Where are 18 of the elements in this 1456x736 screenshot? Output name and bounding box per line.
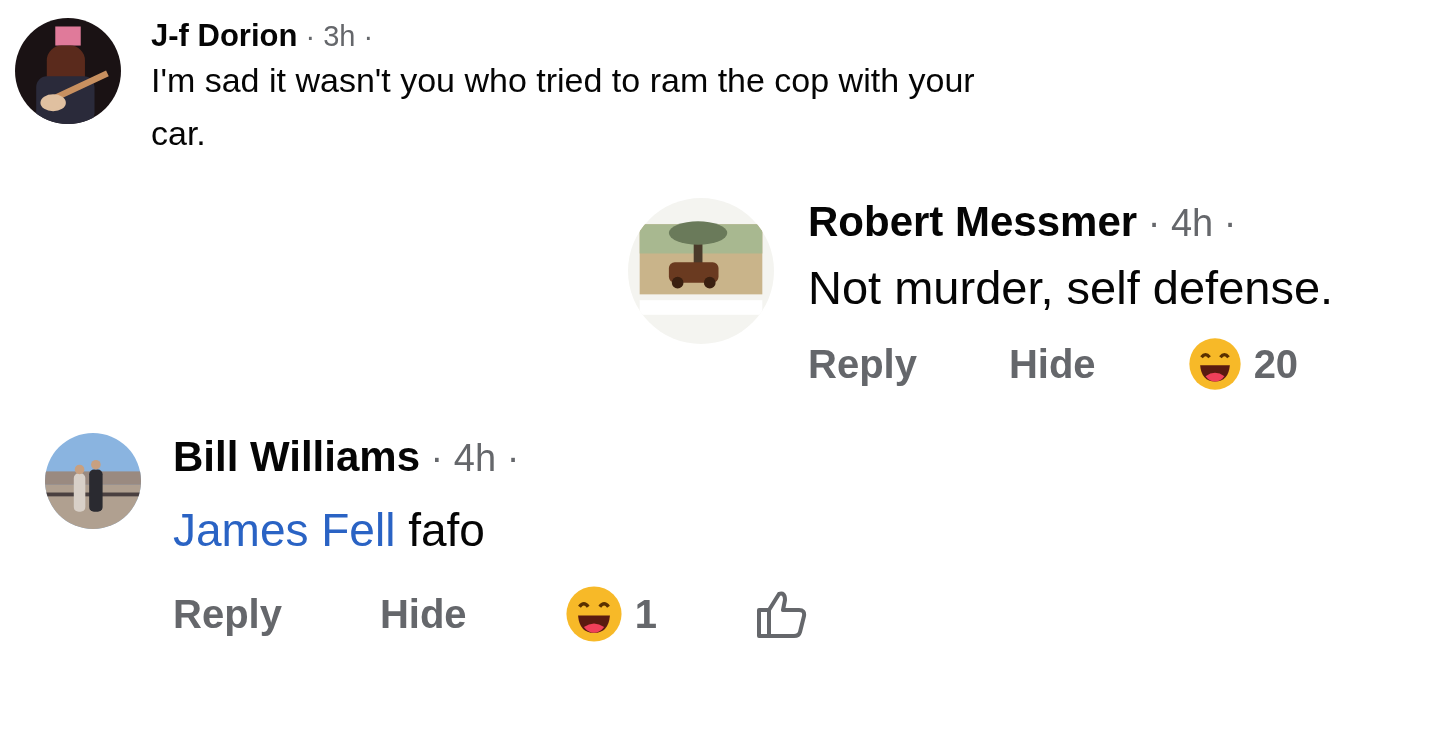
comment-time: · 3h · [304,20,374,53]
reaction-count: 20 [1253,341,1299,387]
reply-link[interactable]: Reply [173,591,282,637]
author-name[interactable]: Robert Messmer [808,198,1138,246]
comment-text: Not murder, self defense. [808,260,1335,315]
comment-time: · 4h · [429,437,520,480]
author-name[interactable]: J-f Dorion [151,18,298,54]
hide-link[interactable]: Hide [379,591,467,637]
hide-link[interactable]: Hide [1008,341,1096,387]
laughing-emoji-icon [1187,337,1242,391]
author-name[interactable]: Bill Williams [173,433,421,481]
reply-link[interactable]: Reply [808,341,917,387]
comment-text: I'm sad it wasn't you who tried to ram the cop with your car. [151,60,976,154]
laughing-emoji-icon [564,585,623,643]
comment-text: James Fell fafo [173,503,486,557]
reaction-count: 1 [634,591,657,637]
comment-time: · 4h · [1146,202,1237,245]
mention-link[interactable]: James Fell [173,504,396,556]
